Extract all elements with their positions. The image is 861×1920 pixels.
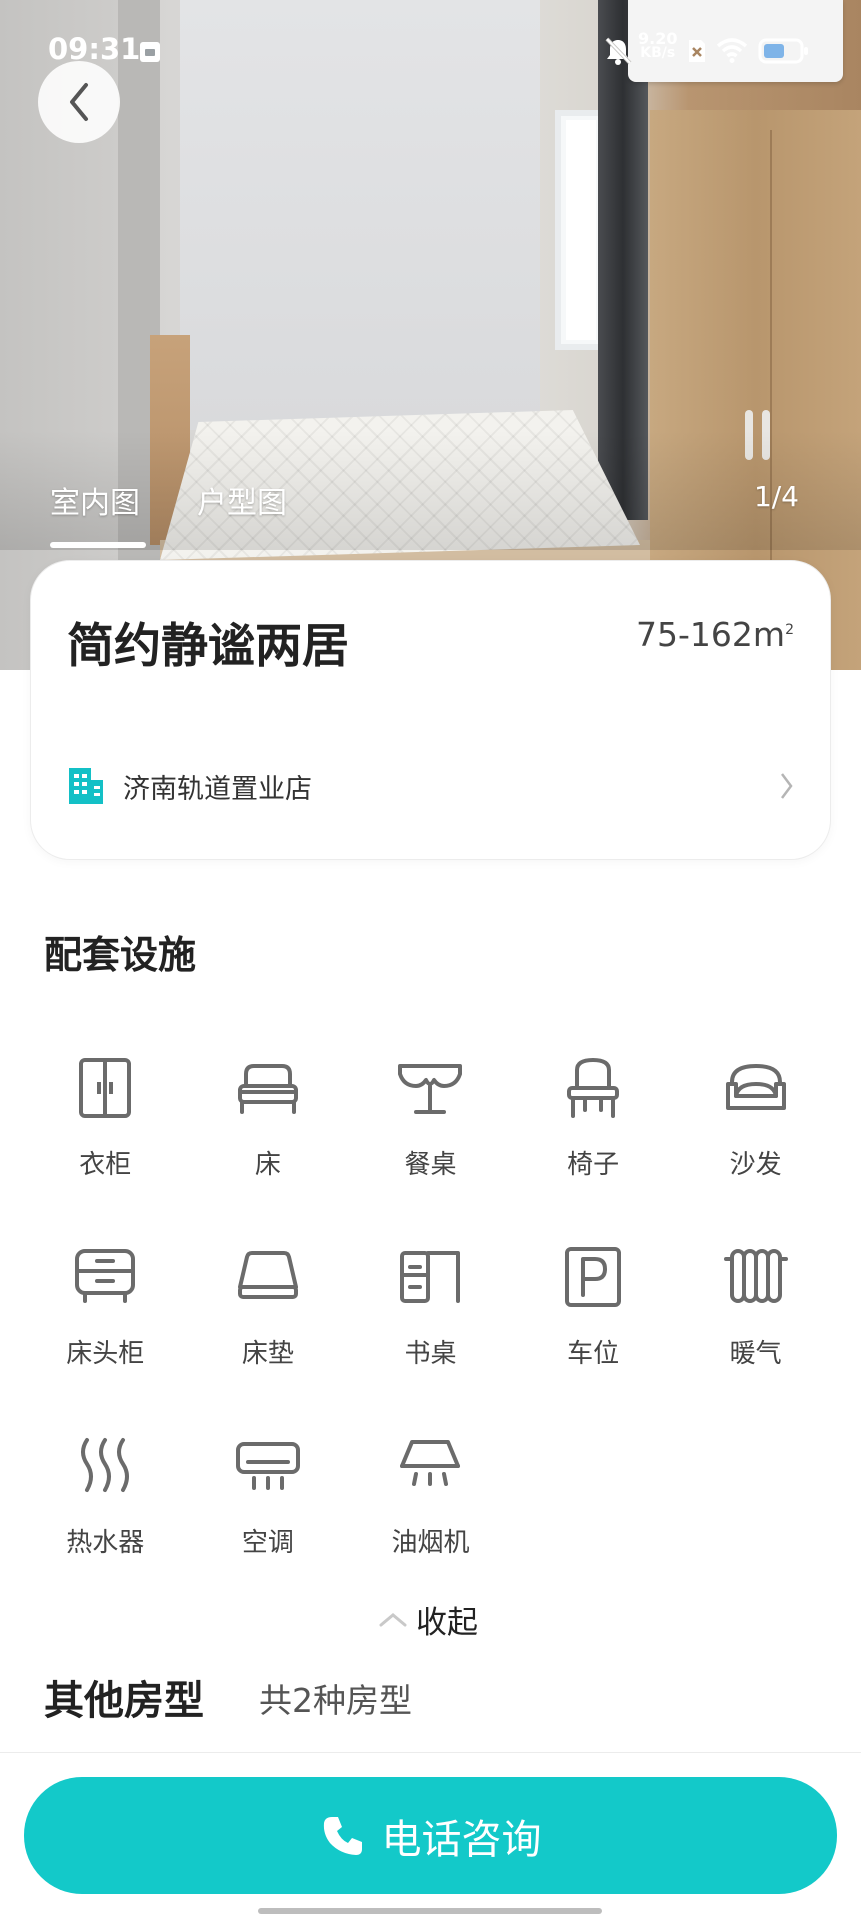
facility-item: 餐桌 — [349, 1040, 512, 1229]
battery-icon — [758, 38, 808, 64]
chevron-left-icon — [70, 83, 88, 121]
home-indicator[interactable] — [258, 1908, 602, 1914]
facility-label: 衣柜 — [79, 1150, 132, 1180]
net-speed-unit: KB/s — [640, 45, 676, 61]
listing-area-unit-sup: 2 — [785, 622, 794, 638]
chair-icon — [567, 1058, 620, 1118]
facility-item: 空调 — [187, 1418, 350, 1607]
facilities-title: 配套设施 — [44, 933, 197, 977]
sim-card-icon — [140, 42, 160, 62]
photo-counter: 1/4 — [753, 480, 799, 513]
facilities-grid: 衣柜 床 餐桌 椅子 沙发 床头柜 床垫 书桌 车位 暖气 热水器 空调 油烟机 — [24, 1040, 837, 1607]
other-types-count: 共2种房型 — [259, 1681, 412, 1720]
status-time: 09:31 — [48, 32, 141, 66]
sim-off-icon — [689, 40, 705, 62]
listing-card: 简约静谧两居 75-162m2 济南轨道置业店 — [30, 560, 831, 860]
facility-item: 床垫 — [187, 1229, 350, 1418]
facility-label: 床垫 — [241, 1339, 294, 1369]
wardrobe-icon — [79, 1058, 132, 1118]
chevron-up-icon — [379, 1613, 407, 1627]
store-link[interactable]: 济南轨道置业店 — [67, 761, 807, 811]
photo-window-light — [566, 120, 596, 340]
parking-icon — [565, 1247, 622, 1307]
facility-label: 油烟机 — [391, 1528, 470, 1558]
active-tab-indicator — [50, 542, 146, 548]
store-name: 济南轨道置业店 — [123, 773, 312, 805]
listing-title: 简约静谧两居 — [67, 619, 349, 674]
phone-icon — [323, 1816, 362, 1855]
dining-table-icon — [398, 1064, 463, 1114]
nightstand-icon — [75, 1249, 136, 1303]
facility-label: 热水器 — [66, 1528, 145, 1558]
net-speed-value: 9.20 — [638, 29, 678, 48]
radiator-icon — [723, 1249, 788, 1303]
collapse-label: 收起 — [416, 1604, 478, 1641]
net-speed: 9.20 KB/s — [638, 29, 678, 61]
facility-label: 沙发 — [729, 1150, 782, 1180]
facility-item: 床 — [187, 1040, 350, 1229]
chevron-right-icon — [781, 773, 793, 799]
call-label: 电话咨询 — [381, 1816, 542, 1863]
tab-interior[interactable]: 室内图 — [50, 478, 140, 522]
facility-label: 暖气 — [729, 1339, 782, 1369]
mattress-icon — [237, 1251, 298, 1299]
facility-item: 热水器 — [24, 1418, 187, 1607]
facility-item: 书桌 — [349, 1229, 512, 1418]
back-button[interactable] — [38, 61, 120, 143]
listing-area-value: 75-162m — [636, 615, 786, 654]
facility-item: 床头柜 — [24, 1229, 187, 1418]
call-button[interactable]: 电话咨询 — [24, 1777, 837, 1894]
air-conditioner-icon — [235, 1442, 300, 1490]
facility-label: 餐桌 — [404, 1150, 457, 1180]
sofa-icon — [725, 1064, 786, 1110]
desk-icon — [400, 1251, 461, 1303]
listing-area: 75-162m2 — [636, 615, 794, 654]
range-hood-icon — [400, 1440, 461, 1486]
water-heater-icon — [81, 1438, 130, 1492]
facility-label: 椅子 — [567, 1150, 620, 1180]
facility-item: 椅子 — [512, 1040, 675, 1229]
facility-label: 空调 — [241, 1528, 294, 1558]
facility-item: 暖气 — [674, 1229, 837, 1418]
building-icon — [69, 768, 103, 804]
wifi-icon — [716, 38, 748, 63]
tab-floor-plan[interactable]: 户型图 — [197, 478, 287, 522]
facility-item: 衣柜 — [24, 1040, 187, 1229]
facility-item: 车位 — [512, 1229, 675, 1418]
facility-label: 书桌 — [404, 1339, 457, 1369]
other-types-title: 其他房型 — [44, 1678, 204, 1724]
facility-item: 油烟机 — [349, 1418, 512, 1607]
bed-icon — [237, 1064, 298, 1114]
bell-muted-icon — [605, 37, 632, 65]
facility-label: 床 — [254, 1150, 281, 1180]
status-bar: 09:31 9.20 KB/s — [0, 28, 861, 72]
facility-label: 车位 — [567, 1339, 620, 1369]
divider — [0, 1752, 861, 1753]
facility-item: 沙发 — [674, 1040, 837, 1229]
collapse-button[interactable]: 收起 — [378, 1597, 478, 1641]
facility-label: 床头柜 — [66, 1339, 145, 1369]
